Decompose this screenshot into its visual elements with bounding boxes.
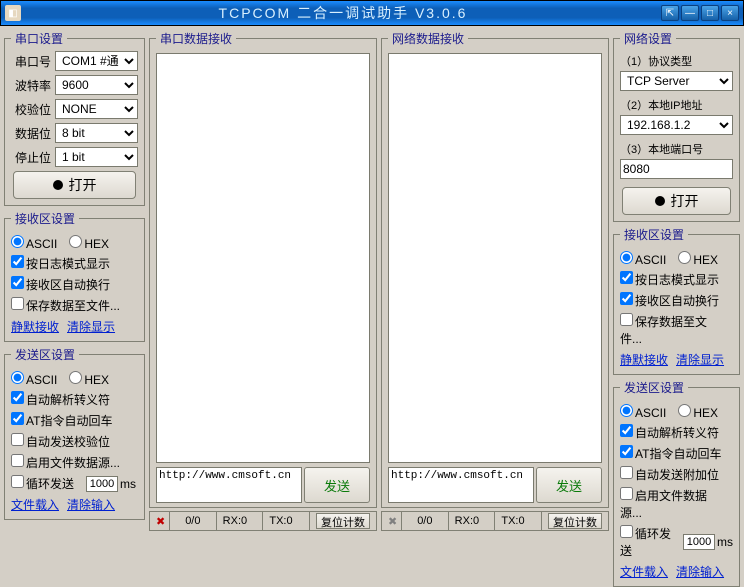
serial-legend: 串口设置: [11, 30, 67, 47]
net-recv-textarea[interactable]: [388, 53, 602, 463]
net-mute-link[interactable]: 静默接收: [620, 351, 668, 368]
net-recv-panel: 网络数据接收 http://www.cmsoft.cn 发送: [381, 30, 609, 508]
check-select[interactable]: NONE: [55, 99, 138, 119]
serial-tx-status: TX:0: [263, 512, 310, 530]
serial-rx-status: RX:0: [217, 512, 264, 530]
serial-send-input[interactable]: http://www.cmsoft.cn: [156, 467, 302, 503]
serial-recv-hex-radio[interactable]: [69, 235, 82, 248]
serial-log-mode-check[interactable]: [11, 255, 24, 268]
port-label: 串口号: [11, 53, 51, 70]
serial-recv-panel: 串口数据接收 http://www.cmsoft.cn 发送: [149, 30, 377, 508]
titlebar: ◧ TCPCOM 二合一调试助手 V3.0.6 ⇱ — □ ×: [0, 0, 744, 26]
net-escape-check[interactable]: [620, 424, 633, 437]
databits-label: 数据位: [11, 125, 51, 142]
serial-count-status: 0/0: [170, 512, 217, 530]
net-send-button[interactable]: 发送: [536, 467, 602, 503]
serial-open-button[interactable]: 打开: [13, 171, 136, 199]
serial-recv-settings: 接收区设置 ASCII HEX 按日志模式显示 接收区自动换行 保存数据至文件.…: [4, 210, 145, 342]
net-reset-button[interactable]: 复位计数: [548, 513, 602, 529]
ip-select[interactable]: 192.168.1.2: [620, 115, 733, 135]
net-loop-check[interactable]: [620, 525, 633, 538]
net-clear-recv-link[interactable]: 清除显示: [676, 351, 724, 368]
serial-send-button[interactable]: 发送: [304, 467, 370, 503]
serial-loop-check[interactable]: [11, 475, 24, 488]
serial-filesrc-check[interactable]: [11, 454, 24, 467]
check-label: 校验位: [11, 101, 51, 118]
serial-atcr-check[interactable]: [11, 412, 24, 425]
net-recv-hex-radio[interactable]: [678, 251, 691, 264]
serial-clear-send-link[interactable]: 清除输入: [67, 496, 115, 513]
net-addon-check[interactable]: [620, 466, 633, 479]
net-send-input[interactable]: http://www.cmsoft.cn: [388, 467, 534, 503]
minimize-button[interactable]: —: [681, 5, 699, 21]
pin-icon[interactable]: ⇱: [661, 5, 679, 21]
serial-send-settings: 发送区设置 ASCII HEX 自动解析转义符 AT指令自动回车 自动发送校验位…: [4, 346, 145, 520]
net-recv-settings: 接收区设置 ASCII HEX 按日志模式显示 接收区自动换行 保存数据至文件.…: [613, 226, 740, 375]
close-button[interactable]: ×: [721, 5, 739, 21]
serial-recv-textarea[interactable]: [156, 53, 370, 463]
serial-savefile-check[interactable]: [11, 297, 24, 310]
baud-label: 波特率: [11, 77, 51, 94]
net-send-settings: 发送区设置 ASCII HEX 自动解析转义符 AT指令自动回车 自动发送附加位…: [613, 379, 740, 587]
net-clear-send-link[interactable]: 清除输入: [676, 563, 724, 580]
net-rx-status: RX:0: [449, 512, 496, 530]
serial-fileload-link[interactable]: 文件载入: [11, 496, 59, 513]
stopbits-select[interactable]: 1 bit: [55, 147, 138, 167]
serial-clear-recv-link[interactable]: 清除显示: [67, 318, 115, 335]
port-input[interactable]: [620, 159, 733, 179]
protocol-select[interactable]: TCP Server: [620, 71, 733, 91]
net-fileload-link[interactable]: 文件载入: [620, 563, 668, 580]
serial-send-ascii-radio[interactable]: [11, 371, 24, 384]
net-send-hex-radio[interactable]: [678, 404, 691, 417]
status-error-icon: ✖: [156, 515, 165, 527]
net-loop-ms-input[interactable]: [683, 534, 715, 550]
port-select[interactable]: COM1 #通: [55, 51, 138, 71]
net-count-status: 0/0: [402, 512, 449, 530]
status-dot-icon: [655, 196, 665, 206]
net-tx-status: TX:0: [495, 512, 542, 530]
status-idle-icon: ✖: [388, 515, 397, 527]
net-send-ascii-radio[interactable]: [620, 404, 633, 417]
net-open-button[interactable]: 打开: [622, 187, 731, 215]
serial-loop-ms-input[interactable]: [86, 476, 118, 492]
baud-select[interactable]: 9600: [55, 75, 138, 95]
serial-settings-group: 串口设置 串口号 COM1 #通 波特率 9600 校验位 NONE 数据位 8…: [4, 30, 145, 206]
net-atcr-check[interactable]: [620, 445, 633, 458]
serial-checksum-check[interactable]: [11, 433, 24, 446]
serial-send-hex-radio[interactable]: [69, 371, 82, 384]
serial-recv-ascii-radio[interactable]: [11, 235, 24, 248]
window-title: TCPCOM 二合一调试助手 V3.0.6: [25, 3, 661, 23]
net-filesrc-check[interactable]: [620, 487, 633, 500]
status-dot-icon: [53, 180, 63, 190]
serial-mute-link[interactable]: 静默接收: [11, 318, 59, 335]
databits-select[interactable]: 8 bit: [55, 123, 138, 143]
net-log-mode-check[interactable]: [620, 271, 633, 284]
serial-escape-check[interactable]: [11, 391, 24, 404]
net-settings-group: 网络设置 （1）协议类型 TCP Server （2）本地IP地址 192.16…: [613, 30, 740, 222]
net-recv-ascii-radio[interactable]: [620, 251, 633, 264]
stopbits-label: 停止位: [11, 149, 51, 166]
serial-reset-button[interactable]: 复位计数: [316, 513, 370, 529]
net-savefile-check[interactable]: [620, 313, 633, 326]
serial-autowrap-check[interactable]: [11, 276, 24, 289]
app-icon: ◧: [5, 5, 21, 21]
net-autowrap-check[interactable]: [620, 292, 633, 305]
maximize-button[interactable]: □: [701, 5, 719, 21]
